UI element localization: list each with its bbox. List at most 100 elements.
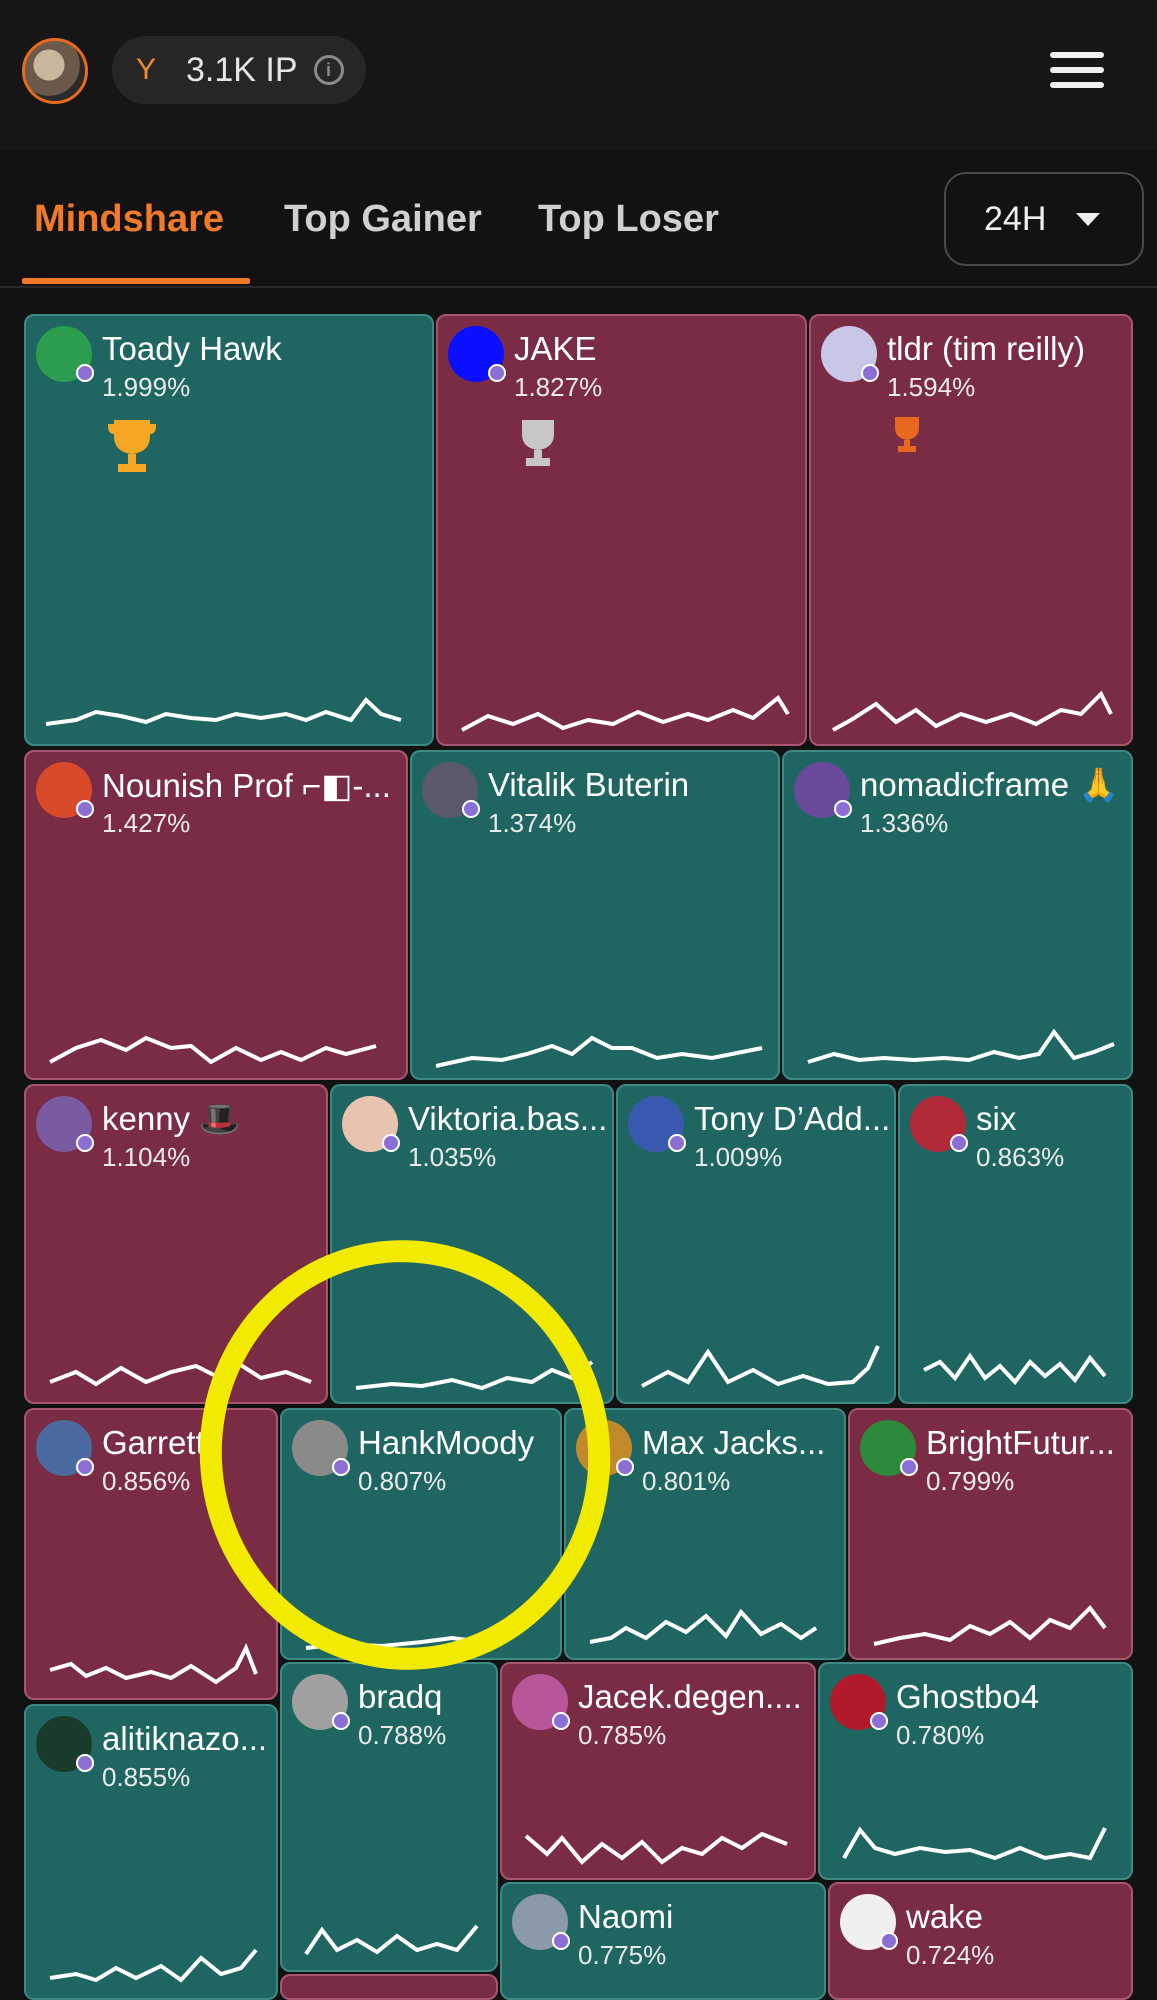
sparkline-chart — [524, 1831, 788, 1865]
tile-percent: 1.104% — [102, 1142, 191, 1172]
period-value: 24H — [984, 199, 1047, 238]
tile-percent: 0.788% — [358, 1720, 447, 1750]
tile-name: Vitalik Buterin — [488, 766, 690, 803]
verified-badge-icon — [382, 1134, 400, 1152]
sparkline-chart — [355, 1360, 594, 1391]
verified-badge-icon — [616, 1458, 634, 1476]
tile-max-jacks[interactable]: Max Jacks... 0.801% — [564, 1408, 846, 1660]
ip-value: 3.1K IP — [186, 50, 298, 89]
tile-tony-dadd[interactable]: Tony D’Add... 1.009% — [616, 1084, 896, 1404]
sparkline-chart — [461, 695, 790, 732]
active-tab-indicator — [22, 278, 250, 284]
tile-alitiknazo[interactable]: alitiknazo... 0.855% — [24, 1704, 278, 2000]
tile-percent: 0.724% — [906, 1940, 995, 1970]
tile-percent: 1.427% — [102, 808, 191, 838]
verified-badge-icon — [332, 1712, 350, 1730]
verified-badge-icon — [861, 364, 879, 382]
tile-tldr[interactable]: tldr (tim reilly) 1.594% — [809, 314, 1133, 746]
tile-vitalik-buterin[interactable]: Vitalik Buterin 1.374% — [410, 750, 780, 1080]
tile-name: six — [976, 1100, 1017, 1137]
tile-name: alitiknazo... — [102, 1720, 268, 1757]
gold-trophy-icon — [108, 420, 156, 472]
verified-badge-icon — [552, 1932, 570, 1950]
tile-ghostbo4[interactable]: Ghostbo4 0.780% — [818, 1662, 1133, 1880]
tile-nomadicframe[interactable]: nomadicframe 🙏 1.336% — [782, 750, 1133, 1080]
top-bar: Y 3.1K IP i — [0, 0, 1157, 150]
tile-naomi[interactable]: Naomi 0.775% — [500, 1882, 826, 2000]
sparkline-chart — [832, 690, 1113, 732]
sparkline-chart — [923, 1352, 1107, 1386]
tile-name: nomadicframe 🙏 — [860, 766, 1120, 803]
tile-percent: 1.594% — [887, 372, 976, 402]
tile-name: BrightFutur... — [926, 1424, 1115, 1461]
tile-percent: 0.856% — [102, 1466, 191, 1496]
verified-badge-icon — [462, 800, 480, 818]
tile-name: tldr (tim reilly) — [887, 330, 1085, 367]
bronze-trophy-icon — [895, 417, 919, 452]
tile-jacek-degen[interactable]: Jacek.degen.... 0.785% — [500, 1662, 816, 1880]
tile-hankmoody[interactable]: HankMoody 0.807% — [280, 1408, 562, 1660]
tile-viktoria[interactable]: Viktoria.bas... 1.035% — [330, 1084, 614, 1404]
tab-top-loser[interactable]: Top Loser — [538, 198, 719, 241]
verified-badge-icon — [880, 1932, 898, 1950]
tile-jake[interactable]: JAKE 1.827% — [436, 314, 807, 746]
verified-badge-icon — [950, 1134, 968, 1152]
tile-name: HankMoody — [358, 1424, 535, 1461]
tile-percent: 0.775% — [578, 1940, 667, 1970]
tile-percent: 0.799% — [926, 1466, 1015, 1496]
tile-kenny[interactable]: kenny 🎩 1.104% — [24, 1084, 328, 1404]
verified-badge-icon — [870, 1712, 888, 1730]
hamburger-menu-icon[interactable] — [1050, 52, 1104, 88]
tile-garrett[interactable]: Garrett 0.856% — [24, 1408, 278, 1700]
tile-bradq[interactable]: bradq 0.788% — [280, 1662, 498, 1972]
sparkline-chart — [49, 1643, 258, 1685]
tile-name: Max Jacks... — [642, 1424, 826, 1461]
tile-name: wake — [906, 1898, 984, 1935]
tile-name: kenny 🎩 — [102, 1100, 241, 1137]
sparkline-chart — [49, 1948, 258, 1983]
tile-name: Tony D’Add... — [694, 1100, 891, 1137]
tile-percent: 0.785% — [578, 1720, 667, 1750]
tab-top-gainer[interactable]: Top Gainer — [284, 198, 482, 241]
verified-badge-icon — [668, 1134, 686, 1152]
sparkline-chart — [49, 1035, 377, 1065]
tile-percent: 0.801% — [642, 1466, 731, 1496]
sparkline-chart — [641, 1345, 880, 1388]
ip-balance-pill[interactable]: Y 3.1K IP i — [112, 36, 366, 104]
verified-badge-icon — [834, 800, 852, 818]
tile-percent: 1.009% — [694, 1142, 783, 1172]
tile-wake[interactable]: wake 0.724% — [828, 1882, 1133, 2000]
verified-badge-icon — [332, 1458, 350, 1476]
verified-badge-icon — [76, 1134, 94, 1152]
tile-name: Jacek.degen.... — [578, 1678, 802, 1715]
tile-name: bradq — [358, 1678, 443, 1715]
profile-avatar[interactable] — [22, 38, 88, 104]
tile-name: Viktoria.bas... — [408, 1100, 608, 1137]
tile-partial[interactable] — [280, 1974, 498, 2000]
tab-mindshare[interactable]: Mindshare — [34, 198, 224, 241]
sparkline-chart — [45, 697, 402, 726]
tile-name: Toady Hawk — [102, 330, 282, 367]
tile-percent: 0.780% — [896, 1720, 985, 1750]
verified-badge-icon — [488, 364, 506, 382]
info-icon[interactable]: i — [313, 55, 344, 85]
tile-percent: 0.807% — [358, 1466, 447, 1496]
silver-trophy-icon — [522, 420, 554, 466]
tile-name: JAKE — [514, 330, 597, 367]
tile-nounish-prof[interactable]: Nounish Prof ⌐◧-... 1.427% — [24, 750, 408, 1080]
sparkline-chart — [49, 1359, 312, 1387]
verified-badge-icon — [76, 1458, 94, 1476]
tile-percent: 1.035% — [408, 1142, 497, 1172]
verified-badge-icon — [76, 800, 94, 818]
verified-badge-icon — [900, 1458, 918, 1476]
verified-badge-icon — [76, 364, 94, 382]
tile-toady-hawk[interactable]: Toady Hawk 1.999% — [24, 314, 434, 746]
tile-brightfutur[interactable]: BrightFutur... 0.799% — [848, 1408, 1133, 1660]
tile-percent: 1.336% — [860, 808, 949, 838]
sparkline-chart — [589, 1608, 818, 1644]
tile-six[interactable]: six 0.863% — [898, 1084, 1133, 1404]
tile-name: Ghostbo4 — [896, 1678, 1040, 1715]
sparkline-chart — [807, 1028, 1115, 1064]
period-dropdown[interactable]: 24H — [944, 172, 1144, 266]
tile-name: Nounish Prof ⌐◧-... — [102, 767, 391, 804]
